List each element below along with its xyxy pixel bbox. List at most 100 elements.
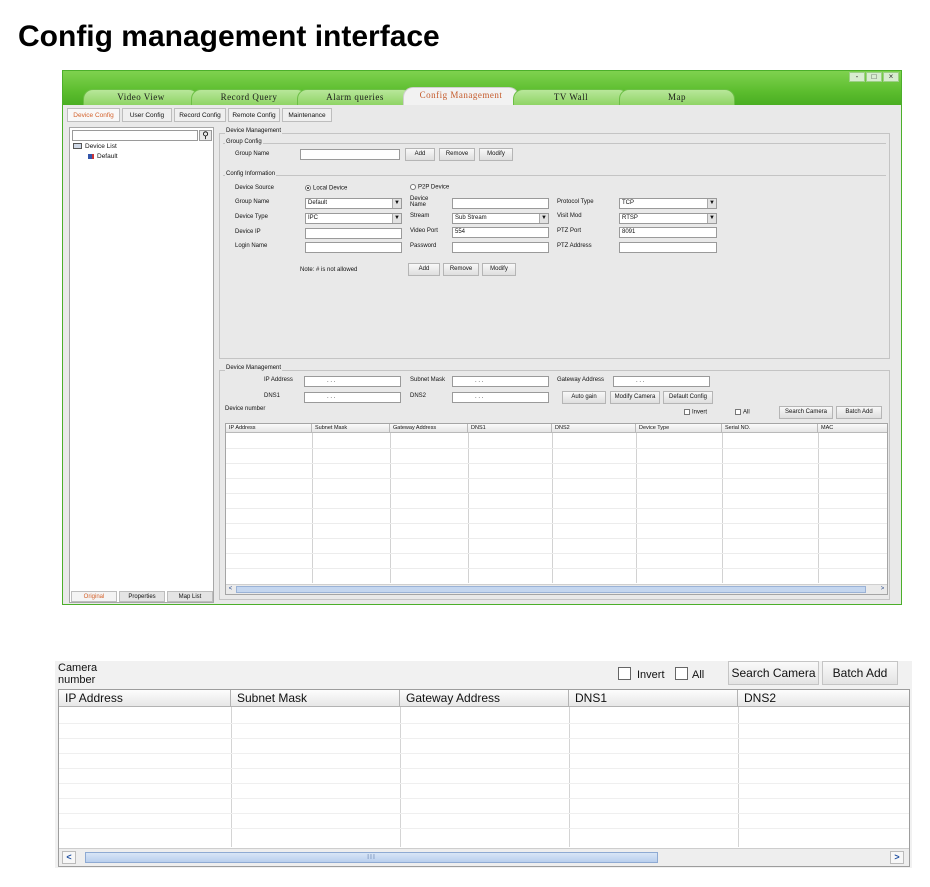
chevron-down-icon: ▼ <box>392 214 401 223</box>
scroll-right-icon[interactable]: > <box>878 585 887 594</box>
ip-address-label: IP Address <box>264 377 293 383</box>
col-mac[interactable]: MAC <box>818 424 887 433</box>
device-type-select[interactable]: IPC ▼ <box>305 213 402 224</box>
tab-video-view[interactable]: Video View <box>83 89 199 105</box>
gateway-address-label: Gateway Address <box>557 377 605 383</box>
col-device-type[interactable]: Device Type <box>636 424 722 433</box>
tree-child-default[interactable]: Default <box>88 153 118 160</box>
tab-record-query[interactable]: Record Query <box>191 89 307 105</box>
device-add-button[interactable]: Add <box>408 263 440 276</box>
default-config-button[interactable]: Default Config <box>663 391 713 404</box>
ip-address-input[interactable]: . . . <box>304 376 401 387</box>
group-name-input[interactable] <box>300 149 400 160</box>
search-icon[interactable]: ⚲ <box>199 130 212 141</box>
auto-gain-button[interactable]: Auto gain <box>562 391 606 404</box>
zoom-scroll-left-icon[interactable]: < <box>62 851 76 864</box>
zoom-device-table[interactable]: IP Address Subnet Mask Gateway Address D… <box>58 689 910 867</box>
zoom-col-subnet-mask[interactable]: Subnet Mask <box>231 690 400 707</box>
login-name-input[interactable] <box>305 242 402 253</box>
tree-root-label: Device List <box>85 143 117 150</box>
protocol-type-select[interactable]: TCP ▼ <box>619 198 717 209</box>
camera-group-icon <box>88 153 94 159</box>
batch-add-button[interactable]: Batch Add <box>836 406 882 419</box>
device-remove-button[interactable]: Remove <box>443 263 479 276</box>
gateway-address-input[interactable]: . . . <box>613 376 710 387</box>
zoom-row-divider <box>59 753 909 754</box>
zoom-col-dns2[interactable]: DNS2 <box>738 690 909 707</box>
tab-map[interactable]: Map <box>619 89 735 105</box>
zoom-search-camera-button[interactable]: Search Camera <box>728 661 819 685</box>
login-name-label: Login Name <box>235 243 268 249</box>
device-name-input[interactable] <box>452 198 549 209</box>
invert-checkbox[interactable]: Invert <box>684 409 707 417</box>
zoom-batch-add-button[interactable]: Batch Add <box>822 661 898 685</box>
visit-mod-select[interactable]: RTSP ▼ <box>619 213 717 224</box>
zoom-invert-checkbox-box <box>618 667 631 680</box>
btab-map-list[interactable]: Map List <box>167 591 213 602</box>
chevron-down-icon: ▼ <box>392 199 401 208</box>
dns2-label: DNS2 <box>410 393 427 399</box>
camera-table-zoom: Camera number Invert All Search Camera B… <box>55 661 912 868</box>
video-port-input[interactable]: 554 <box>452 227 549 238</box>
col-ip-address[interactable]: IP Address <box>226 424 312 433</box>
zoom-scroll-right-icon[interactable]: > <box>890 851 904 864</box>
horizontal-scrollbar[interactable]: < > <box>226 584 887 594</box>
col-serial-no[interactable]: Serial NO. <box>722 424 818 433</box>
chevron-down-icon: ▼ <box>539 214 548 223</box>
device-tree-pane: ⚲ Device List Default <box>69 127 214 603</box>
ptz-port-input[interactable]: 8091 <box>619 227 717 238</box>
tab-tv-wall[interactable]: TV Wall <box>513 89 629 105</box>
password-input[interactable] <box>452 242 549 253</box>
zoom-invert-checkbox[interactable]: Invert <box>618 667 665 681</box>
dns1-input[interactable]: . . . <box>304 392 401 403</box>
tree-root[interactable]: Device List <box>73 143 117 150</box>
zoom-col-ip-address[interactable]: IP Address <box>59 690 231 707</box>
scrollbar-thumb[interactable] <box>236 586 866 593</box>
zoom-all-checkbox[interactable]: All <box>675 667 704 681</box>
dns2-input[interactable]: . . . <box>452 392 549 403</box>
local-device-radio[interactable]: Local Device <box>305 185 347 193</box>
tree-search-input[interactable] <box>72 130 198 141</box>
subtab-record-config[interactable]: Record Config <box>174 108 226 122</box>
minimize-button[interactable]: - <box>849 72 865 82</box>
ptz-address-label: PTZ Address <box>557 243 592 249</box>
col-dns2[interactable]: DNS2 <box>552 424 636 433</box>
col-gateway-address[interactable]: Gateway Address <box>390 424 468 433</box>
btab-original[interactable]: Original <box>71 591 117 602</box>
all-checkbox[interactable]: All <box>735 409 750 417</box>
zoom-col-gateway-address[interactable]: Gateway Address <box>400 690 569 707</box>
maximize-button[interactable]: □ <box>866 72 882 82</box>
device-search-table[interactable]: IP Address Subnet Mask Gateway Address D… <box>225 423 888 595</box>
subnet-mask-label: Subnet Mask <box>410 377 446 383</box>
group-add-button[interactable]: Add <box>405 148 435 161</box>
close-button[interactable]: × <box>883 72 899 82</box>
dns1-label: DNS1 <box>264 393 281 399</box>
device-modify-button[interactable]: Modify <box>482 263 516 276</box>
col-subnet-mask[interactable]: Subnet Mask <box>312 424 390 433</box>
search-camera-button[interactable]: Search Camera <box>779 406 833 419</box>
stream-select[interactable]: Sub Stream ▼ <box>452 213 549 224</box>
ptz-address-input[interactable] <box>619 242 717 253</box>
modify-camera-button[interactable]: Modify Camera <box>610 391 660 404</box>
subtab-device-config[interactable]: Device Config <box>67 108 120 122</box>
p2p-device-radio[interactable]: P2P Device <box>410 184 449 192</box>
col-dns1[interactable]: DNS1 <box>468 424 552 433</box>
group-modify-button[interactable]: Modify <box>479 148 513 161</box>
device-type-select-value: IPC <box>308 215 319 221</box>
zoom-scrollbar-thumb[interactable]: III <box>85 852 658 863</box>
btab-properties[interactable]: Properties <box>119 591 165 602</box>
zoom-horizontal-scrollbar[interactable]: < III > <box>59 848 909 866</box>
zoom-col-dns1[interactable]: DNS1 <box>569 690 738 707</box>
group-remove-button[interactable]: Remove <box>439 148 475 161</box>
subtab-remote-config[interactable]: Remote Config <box>228 108 280 122</box>
subtab-user-config[interactable]: User Config <box>122 108 172 122</box>
group-name-select[interactable]: Default ▼ <box>305 198 402 209</box>
subnet-mask-input[interactable]: . . . <box>452 376 549 387</box>
camera-number-label: Camera number <box>58 662 98 686</box>
subtab-maintenance[interactable]: Maintenance <box>282 108 332 122</box>
tab-config-management[interactable]: Config Management <box>403 87 519 105</box>
scroll-left-icon[interactable]: < <box>226 585 235 594</box>
device-ip-input[interactable] <box>305 228 402 239</box>
tab-alarm-queries[interactable]: Alarm queries <box>297 89 413 105</box>
chevron-down-icon: ▼ <box>707 199 716 208</box>
